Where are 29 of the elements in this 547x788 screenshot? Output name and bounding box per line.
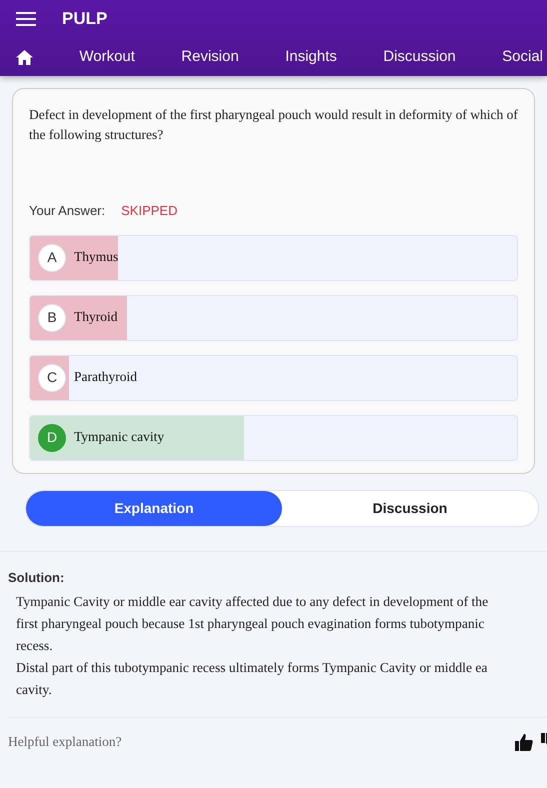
nav-link[interactable]: Workout — [79, 46, 135, 68]
question-text: Defect in development of the first pharyngeal pouch would result in deformity of which of the following structures? — [29, 106, 518, 144]
tab[interactable]: Explanation — [26, 490, 282, 526]
nav-link[interactable]: Social — [502, 46, 543, 68]
solution-text-line: recess. — [15, 637, 54, 655]
nav-link[interactable]: Discussion — [383, 46, 456, 68]
option-text: Parathyroid — [74, 368, 137, 386]
solution-text-line: Tympanic Cavity or middle ear cavity affected due to any defect in development of the — [15, 593, 490, 611]
option-row[interactable]: A Thymus — [29, 234, 518, 280]
option-row[interactable]: C Parathyroid — [29, 354, 518, 400]
solution-text-line: cavity. — [15, 681, 53, 699]
home-icon[interactable] — [16, 50, 33, 64]
answer-status: SKIPPED — [121, 202, 178, 220]
menu-icon[interactable] — [16, 11, 36, 27]
thumbs-up-icon[interactable] — [515, 733, 533, 752]
option-row[interactable]: D Tympanic cavity — [29, 414, 518, 460]
solution-text-line: first pharyngeal pouch because 1st pharyngeal pouch evagination forms tubotympanic — [15, 615, 486, 633]
option-text: Thyroid — [74, 308, 118, 326]
solution-heading: Solution: — [8, 568, 66, 586]
nav-link[interactable]: Insights — [285, 46, 337, 68]
solution-text-line: Distal part of this tubotympanic recess ultimately forms Tympanic Cavity or middle ea — [15, 659, 488, 677]
feedback-prompt: Helpful explanation? — [8, 733, 122, 751]
nav-link[interactable]: Revision — [181, 46, 239, 68]
tab[interactable]: Discussion — [282, 490, 538, 526]
app-title: PULP — [62, 8, 108, 30]
option-row[interactable]: B Thyroid — [29, 294, 518, 340]
answer-label: Your Answer: — [29, 202, 106, 220]
option-text: Tympanic cavity — [74, 428, 164, 446]
option-text: Thymus — [74, 248, 118, 266]
